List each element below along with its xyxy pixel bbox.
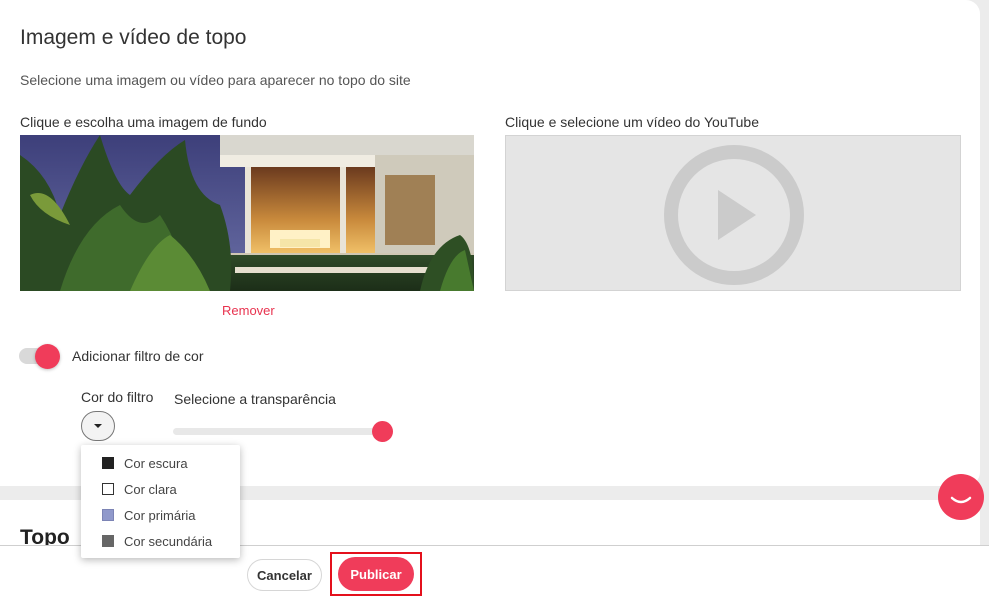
chat-smile-icon xyxy=(950,496,972,504)
swatch-light-icon xyxy=(102,483,114,495)
toggle-knob xyxy=(35,344,60,369)
header-media-card: Imagem e vídeo de topo Selecione uma ima… xyxy=(0,0,980,486)
publish-highlight-box: Publicar xyxy=(330,552,422,596)
menu-item-label: Cor primária xyxy=(124,507,196,523)
section-title: Imagem e vídeo de topo xyxy=(20,26,247,49)
cancel-button[interactable]: Cancelar xyxy=(247,559,322,591)
swatch-dark-icon xyxy=(102,457,114,469)
youtube-video-picker[interactable] xyxy=(505,135,961,291)
menu-item-label: Cor secundária xyxy=(124,533,213,549)
background-image-picker[interactable] xyxy=(20,135,474,291)
swatch-primary-icon xyxy=(102,509,114,521)
transparency-slider[interactable] xyxy=(173,421,393,443)
filter-color-label: Cor do filtro xyxy=(81,389,154,405)
publish-button[interactable]: Publicar xyxy=(338,557,414,591)
section-subtitle: Selecione uma imagem ou vídeo para apare… xyxy=(20,72,411,88)
menu-item-label: Cor escura xyxy=(124,455,188,471)
color-filter-toggle-label: Adicionar filtro de cor xyxy=(72,348,204,364)
chat-widget-button[interactable] xyxy=(938,474,984,520)
filter-color-dropdown[interactable] xyxy=(81,411,115,441)
play-icon xyxy=(664,145,804,285)
transparency-label: Selecione a transparência xyxy=(174,391,336,407)
menu-item-secondary[interactable]: Cor secundária xyxy=(81,528,240,554)
image-picker-label: Clique e escolha uma imagem de fundo xyxy=(20,114,267,130)
background-image-thumbnail xyxy=(20,135,474,291)
slider-thumb[interactable] xyxy=(372,421,393,442)
menu-item-dark[interactable]: Cor escura xyxy=(81,450,240,476)
swatch-secondary-icon xyxy=(102,535,114,547)
color-filter-toggle[interactable] xyxy=(19,344,60,369)
slider-track xyxy=(173,428,383,435)
menu-item-label: Cor clara xyxy=(124,481,177,497)
menu-item-light[interactable]: Cor clara xyxy=(81,476,240,502)
filter-color-menu: Cor escura Cor clara Cor primária Cor se… xyxy=(81,445,240,558)
caret-down-icon xyxy=(94,424,102,428)
menu-item-primary[interactable]: Cor primária xyxy=(81,502,240,528)
video-picker-label: Clique e selecione um vídeo do YouTube xyxy=(505,114,759,130)
remove-image-link[interactable]: Remover xyxy=(222,303,275,318)
